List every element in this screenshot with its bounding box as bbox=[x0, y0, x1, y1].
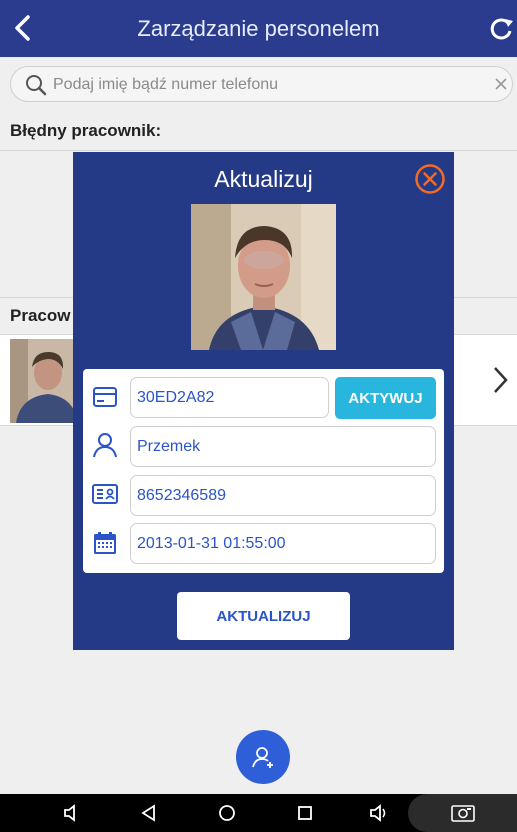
update-button[interactable]: AKTUALIZUJ bbox=[177, 592, 350, 640]
dialog-title: Aktualizuj bbox=[214, 166, 313, 192]
add-user-icon bbox=[252, 747, 273, 768]
id-card-icon bbox=[92, 484, 118, 504]
add-user-button[interactable] bbox=[236, 730, 290, 784]
recents-nav-icon[interactable] bbox=[294, 802, 316, 824]
camera-icon bbox=[451, 805, 475, 822]
activate-button[interactable]: AKTYWUJ bbox=[335, 377, 436, 419]
back-nav-icon[interactable] bbox=[138, 802, 160, 824]
system-nav-bar bbox=[0, 794, 517, 832]
name-field[interactable]: Przemek bbox=[130, 426, 436, 467]
phone-field[interactable]: 8652346589 bbox=[130, 475, 436, 516]
update-dialog: Aktualizuj 30ED2A82 AKTYWUJ Przemek 8652… bbox=[73, 152, 454, 650]
employee-form: 30ED2A82 AKTYWUJ Przemek 8652346589 2013… bbox=[83, 369, 444, 573]
home-nav-icon[interactable] bbox=[216, 802, 238, 824]
volume-up-icon[interactable] bbox=[369, 802, 391, 824]
user-icon bbox=[93, 433, 117, 458]
employee-photo bbox=[191, 204, 336, 350]
card-id-field[interactable]: 30ED2A82 bbox=[130, 377, 329, 418]
volume-down-icon[interactable] bbox=[62, 802, 84, 824]
close-icon[interactable] bbox=[414, 163, 446, 195]
date-field[interactable]: 2013-01-31 01:55:00 bbox=[130, 523, 436, 564]
calendar-icon bbox=[94, 532, 116, 554]
screenshot-button[interactable] bbox=[408, 794, 517, 832]
card-icon bbox=[93, 387, 117, 407]
